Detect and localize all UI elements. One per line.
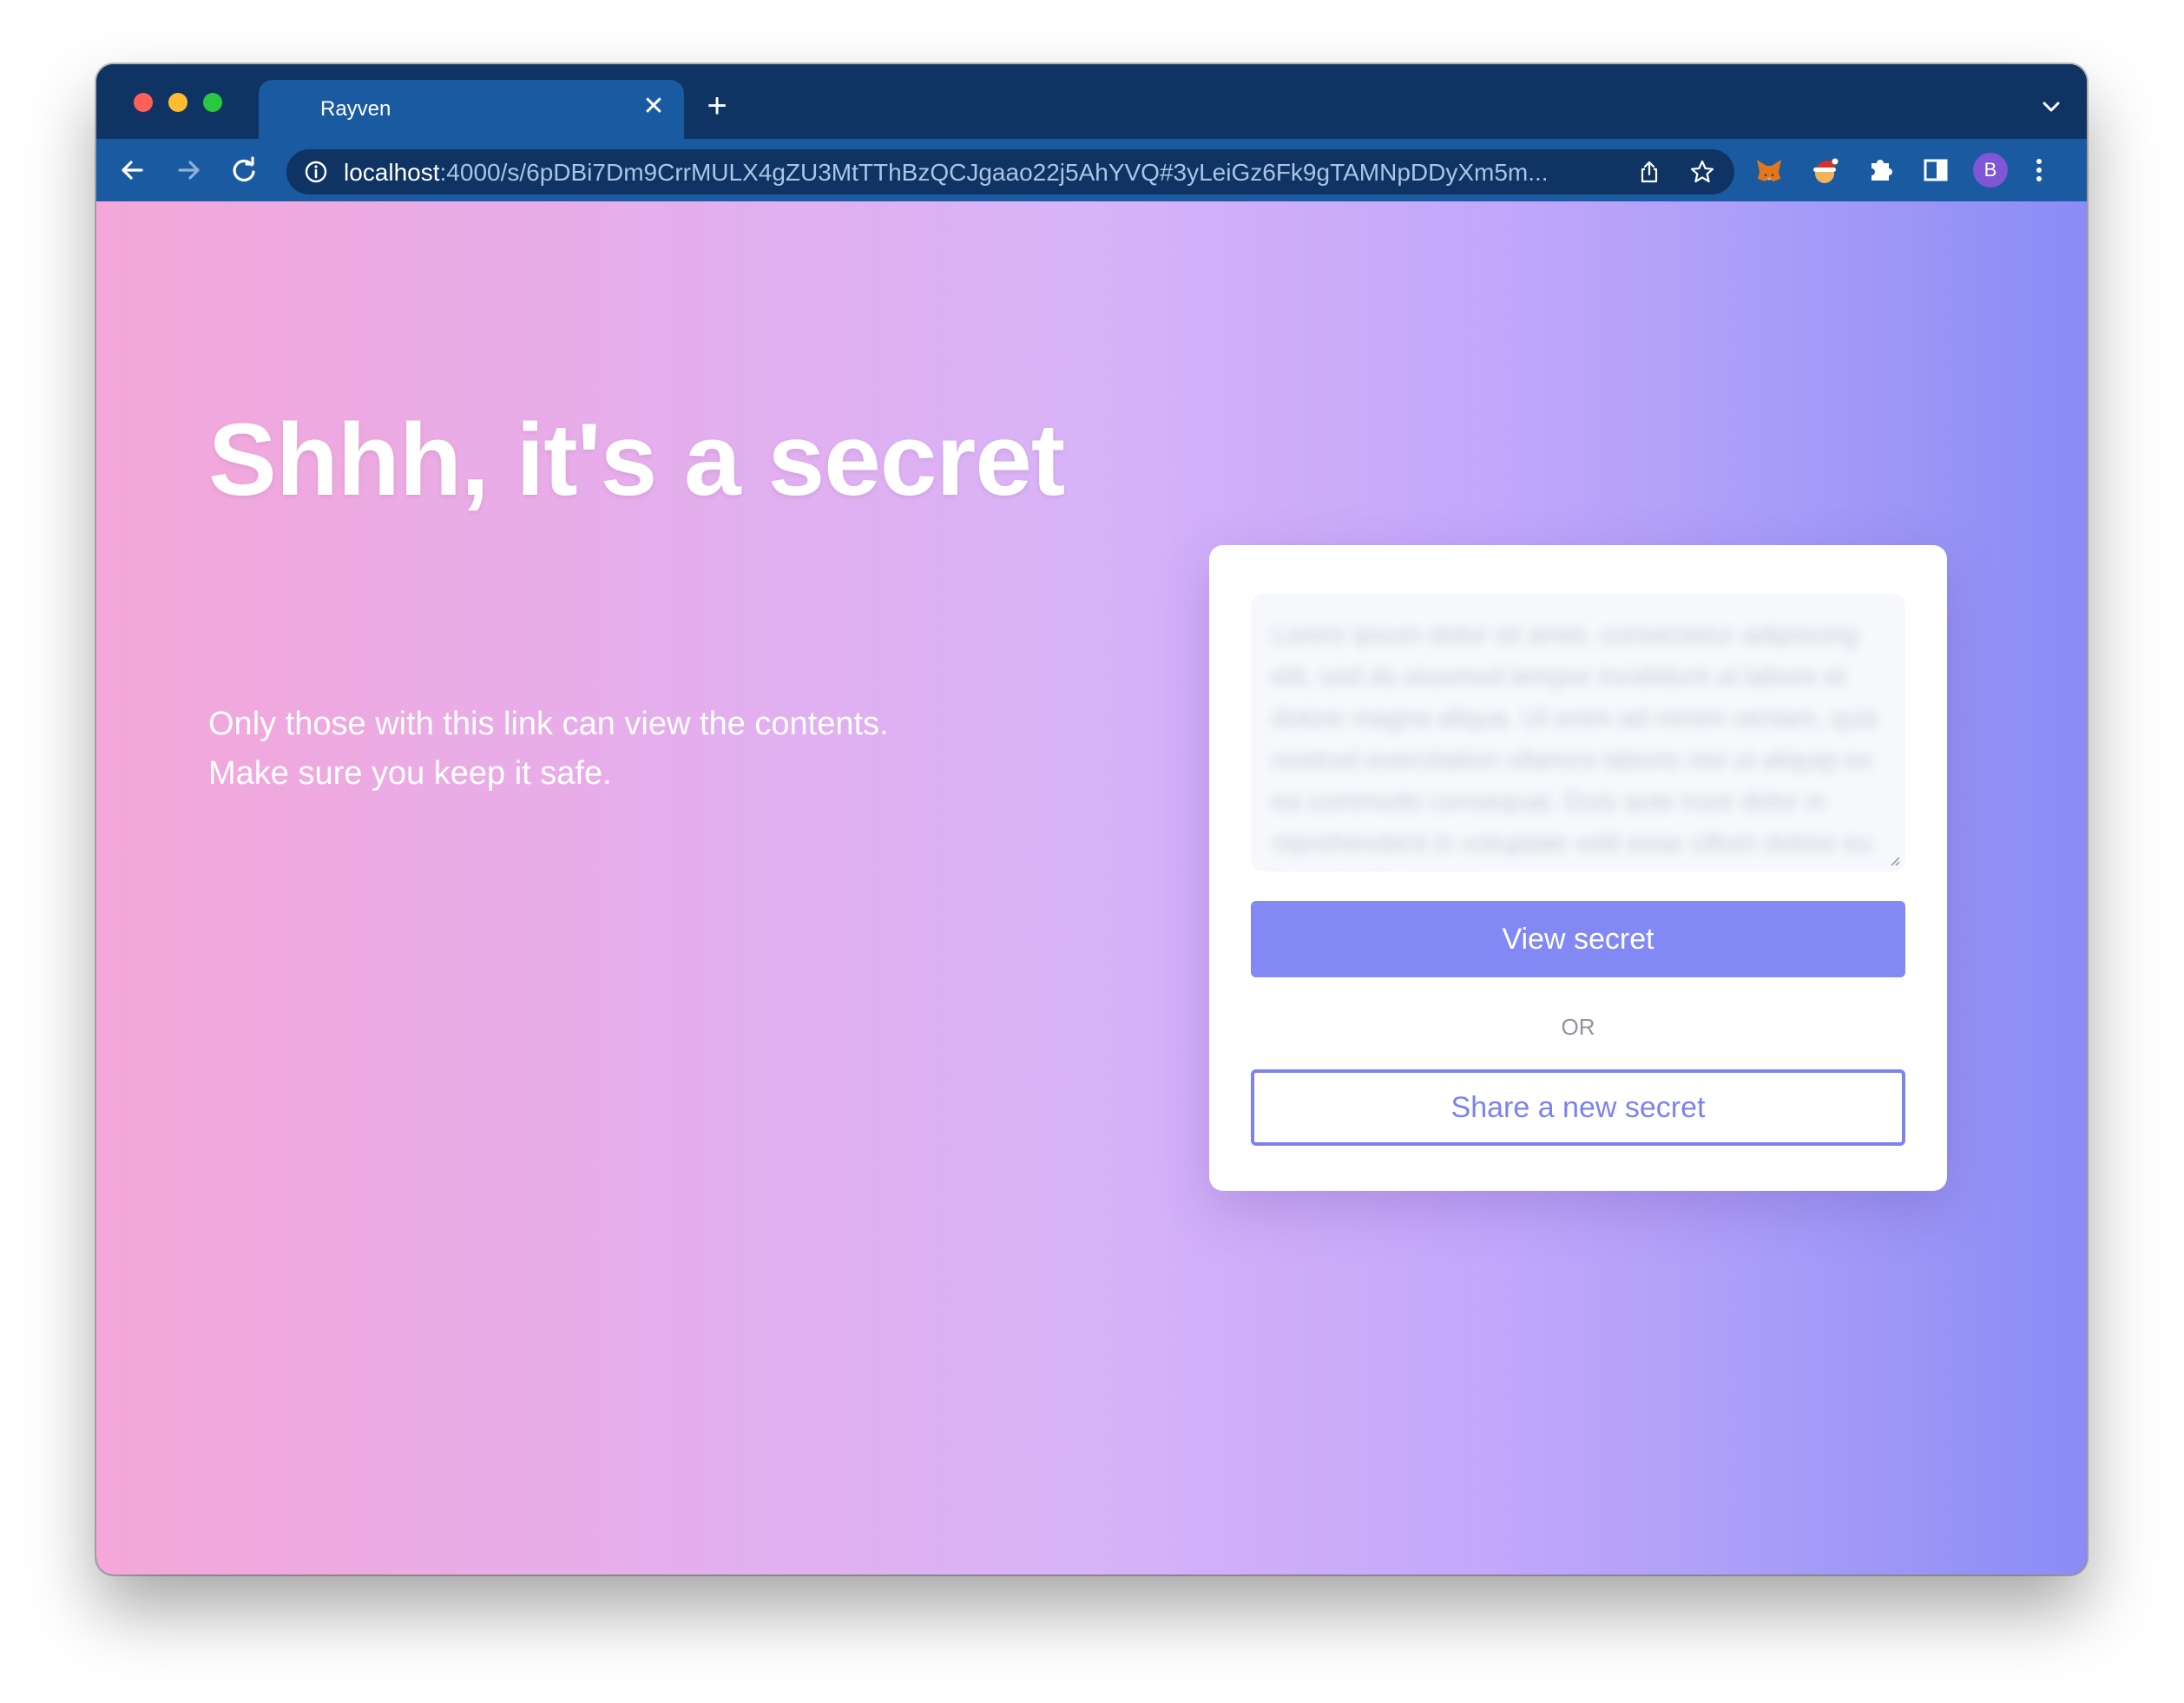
profile-avatar[interactable]: B xyxy=(1973,153,2008,187)
tab-title: Rayven xyxy=(320,97,391,121)
browser-tab-active[interactable]: Rayven ✕ xyxy=(259,80,684,139)
side-panel-icon[interactable] xyxy=(1920,155,1951,186)
subtitle-line-1: Only those with this link can view the c… xyxy=(208,706,889,742)
address-bar[interactable]: localhost:4000/s/6pDBi7Dm9CrrMULX4gZU3Mt… xyxy=(286,149,1734,194)
back-arrow-icon[interactable] xyxy=(115,153,150,187)
view-secret-button[interactable]: View secret xyxy=(1251,901,1905,977)
page-title: Shhh, it's a secret xyxy=(208,403,1065,517)
minimize-window-button[interactable] xyxy=(168,93,187,112)
resize-handle-icon[interactable] xyxy=(1888,854,1900,866)
subtitle-line-2: Make sure you keep it safe. xyxy=(208,755,612,792)
page-viewport: Shhh, it's a secret Only those with this… xyxy=(96,201,2087,1575)
share-icon[interactable] xyxy=(1637,160,1661,184)
page-subtitle: Only those with this link can view the c… xyxy=(208,700,1076,799)
browser-toolbar: localhost:4000/s/6pDBi7Dm9CrrMULX4gZU3Mt… xyxy=(96,139,2087,201)
url-host: localhost xyxy=(344,159,440,186)
reload-icon[interactable] xyxy=(227,153,261,187)
maximize-window-button[interactable] xyxy=(203,93,222,112)
tab-close-icon[interactable]: ✕ xyxy=(639,92,668,122)
url-path: :4000/s/6pDBi7Dm9CrrMULX4gZU3MtTThBzQCJg… xyxy=(439,159,1549,186)
browser-window: Rayven ✕ + localhost:4000/s/6pDBi7Dm9Crr… xyxy=(96,64,2087,1575)
chevron-down-icon[interactable] xyxy=(2038,94,2064,120)
star-icon[interactable] xyxy=(1689,159,1715,185)
santa-hat-icon[interactable] xyxy=(1809,155,1840,186)
metamask-icon[interactable] xyxy=(1753,155,1785,186)
info-icon[interactable] xyxy=(304,160,328,184)
forward-arrow-icon[interactable] xyxy=(171,153,206,187)
title-bar: Rayven ✕ + xyxy=(96,64,2087,139)
or-divider: OR xyxy=(1561,1014,1595,1040)
puzzle-icon[interactable] xyxy=(1865,155,1896,186)
close-window-button[interactable] xyxy=(134,93,153,112)
secret-card: Lorem ipsum dolor sit amet, consectetur … xyxy=(1209,545,1947,1191)
url-text[interactable]: localhost:4000/s/6pDBi7Dm9CrrMULX4gZU3Mt… xyxy=(344,159,1628,187)
secret-textarea[interactable]: Lorem ipsum dolor sit amet, consectetur … xyxy=(1251,594,1905,871)
secret-content-blurred: Lorem ipsum dolor sit amet, consectetur … xyxy=(1272,621,1878,871)
new-tab-button[interactable]: + xyxy=(700,89,734,123)
kebab-menu-icon[interactable] xyxy=(2029,153,2049,187)
share-new-secret-button[interactable]: Share a new secret xyxy=(1251,1069,1905,1146)
